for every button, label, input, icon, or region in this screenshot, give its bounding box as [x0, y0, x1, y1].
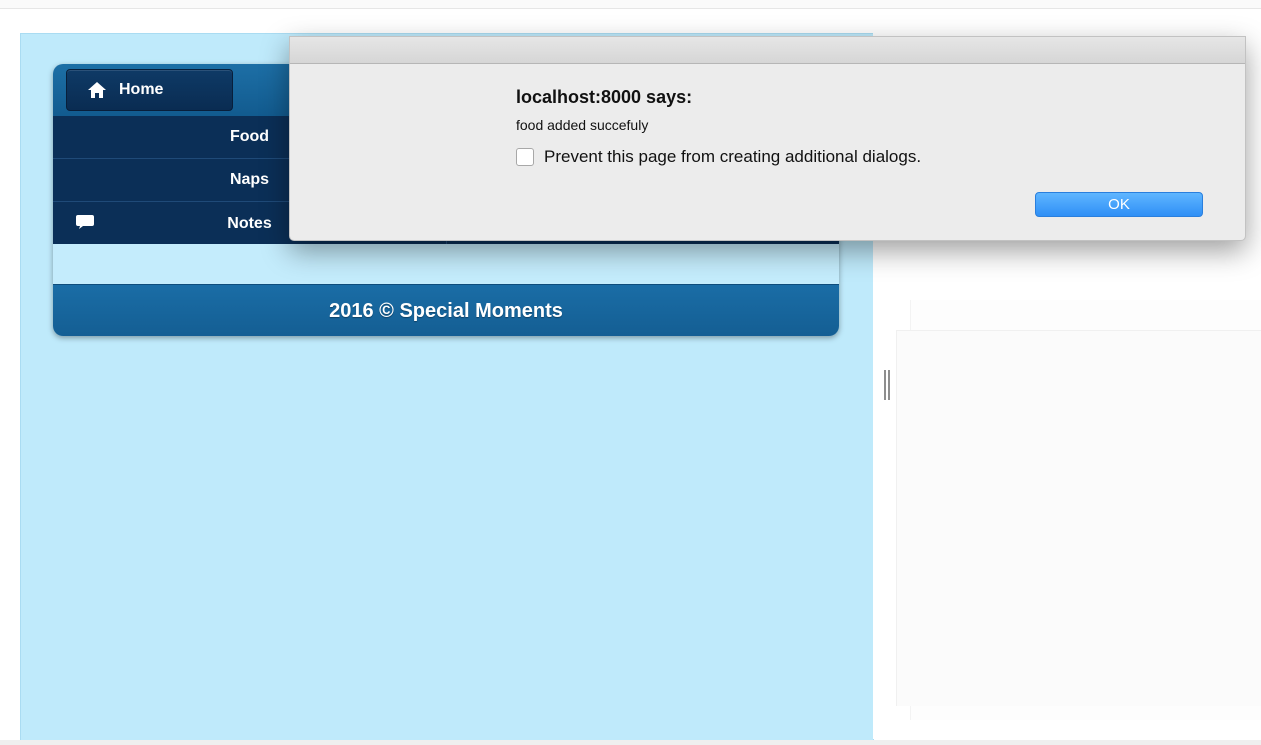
ok-button[interactable]: OK — [1035, 192, 1203, 217]
content-area — [53, 244, 839, 284]
home-icon — [88, 82, 106, 98]
home-button[interactable]: Home — [66, 69, 233, 111]
footer-text: 2016 © Special Moments — [329, 299, 563, 322]
browser-viewport: Home Food Naps Notes 2016 © Special Mome… — [0, 0, 1261, 745]
prevent-dialogs-label[interactable]: Prevent this page from creating addition… — [544, 147, 921, 167]
prevent-dialogs-checkbox[interactable] — [516, 148, 534, 166]
home-button-label: Home — [119, 81, 164, 98]
footer: 2016 © Special Moments — [53, 284, 839, 336]
dialog-message: food added succefuly — [516, 117, 649, 133]
bottom-edge — [0, 740, 1261, 745]
prevent-dialogs-option[interactable]: Prevent this page from creating addition… — [516, 147, 921, 167]
pane-resize-handle[interactable] — [884, 370, 892, 400]
dialog-heading: localhost:8000 says: — [516, 87, 693, 107]
right-panel — [896, 330, 1261, 706]
dialog-title-bar — [290, 37, 1245, 64]
top-strip — [0, 0, 1261, 9]
alert-dialog: localhost:8000 says: food added succeful… — [289, 36, 1246, 241]
